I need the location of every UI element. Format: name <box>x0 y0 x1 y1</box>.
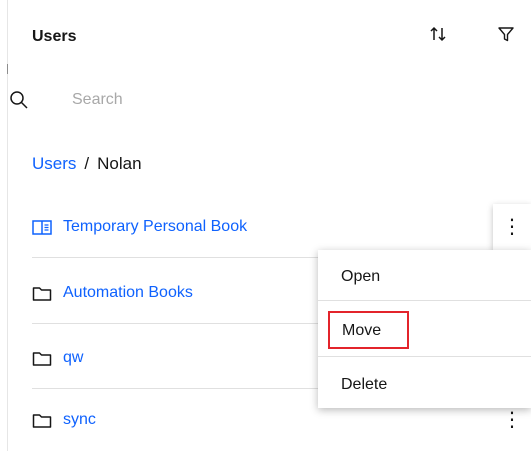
filter-icon[interactable] <box>494 22 518 46</box>
search-icon <box>8 89 30 111</box>
breadcrumb: Users / Nolan <box>32 154 142 174</box>
users-panel: Users Users / Nolan <box>0 0 531 451</box>
menu-item-label: Delete <box>341 376 388 393</box>
panel-resize-handle[interactable] <box>7 64 8 74</box>
menu-divider <box>318 300 531 301</box>
menu-item-open[interactable]: Open <box>318 254 531 298</box>
list-item-label[interactable]: Automation Books <box>63 284 193 302</box>
menu-divider <box>318 356 531 357</box>
list-item-label[interactable]: sync <box>63 411 96 429</box>
menu-item-delete[interactable]: Delete <box>318 362 531 406</box>
breadcrumb-separator: / <box>84 154 90 173</box>
overflow-menu: Open Move Delete <box>318 250 531 408</box>
sort-arrows-icon[interactable] <box>426 22 450 46</box>
page-title: Users <box>32 28 77 45</box>
list-item-label[interactable]: qw <box>63 349 83 367</box>
breadcrumb-current: Nolan <box>97 154 142 173</box>
overflow-menu-button[interactable]: ⋮ <box>493 204 531 250</box>
menu-item-move[interactable]: Move <box>318 308 531 352</box>
menu-item-label: Move <box>342 322 382 339</box>
folder-icon <box>32 285 52 303</box>
book-icon <box>32 219 52 237</box>
search-bar <box>8 82 308 118</box>
breadcrumb-users-link[interactable]: Users <box>32 154 76 174</box>
list-item[interactable]: Temporary Personal Book ⋮ <box>8 198 531 258</box>
menu-item-label: Open <box>341 268 381 285</box>
search-input[interactable] <box>72 88 292 112</box>
list-item-label[interactable]: Temporary Personal Book <box>63 218 247 236</box>
folder-icon <box>32 350 52 368</box>
folder-icon <box>32 412 52 430</box>
